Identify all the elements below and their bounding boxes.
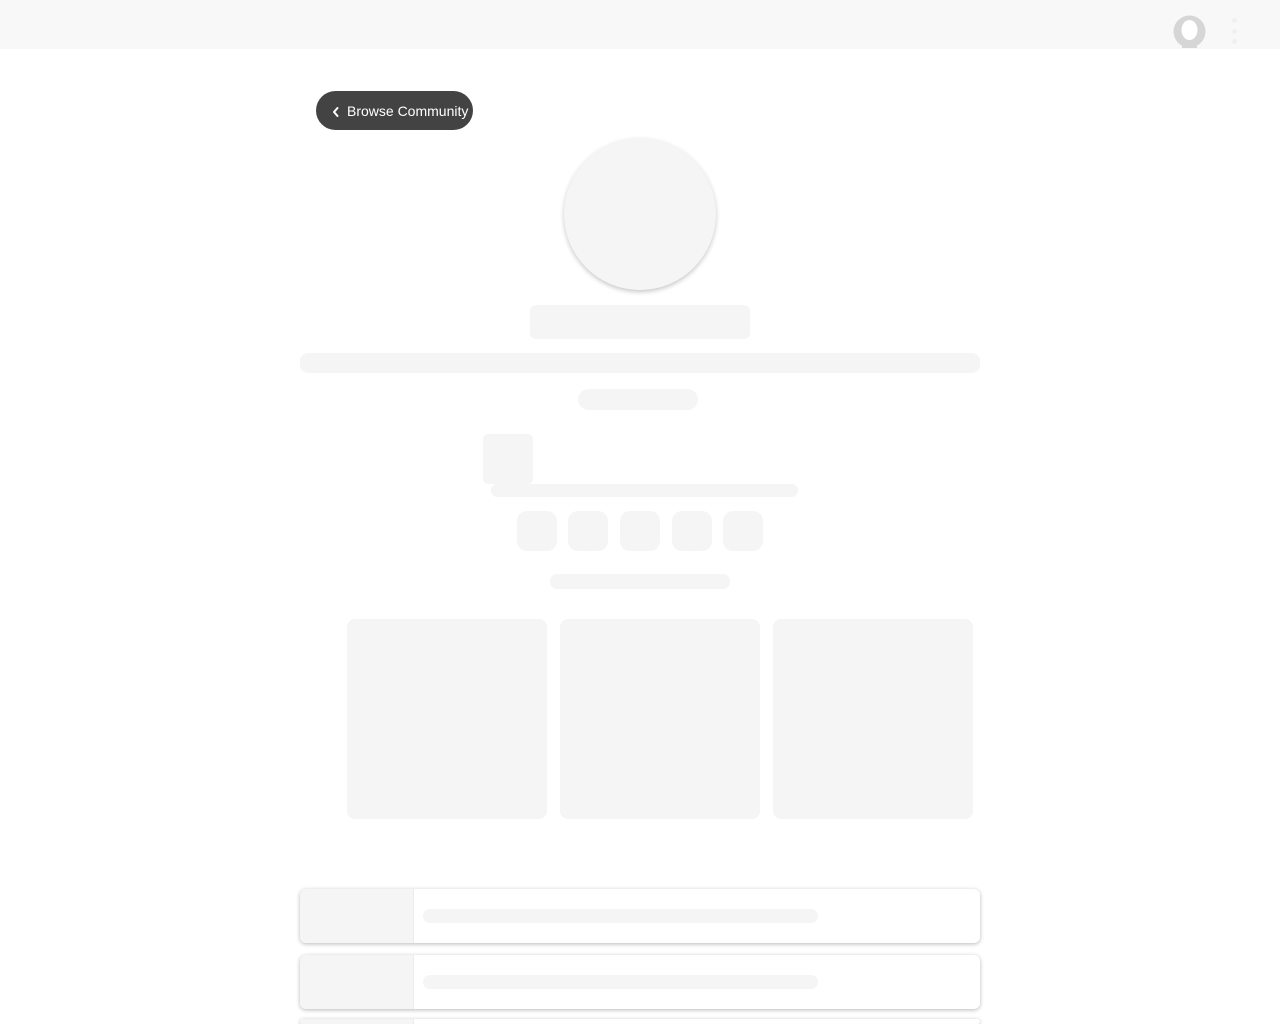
browse-community-button[interactable]: Browse Community: [316, 91, 473, 130]
stats-line-placeholder: [491, 484, 798, 497]
profile-avatar-placeholder: [564, 138, 716, 290]
top-bar: [0, 0, 1280, 49]
social-icon-placeholder[interactable]: [672, 511, 712, 551]
social-icon-placeholder[interactable]: [620, 511, 660, 551]
list-item-text-placeholder: [423, 975, 818, 989]
user-avatar-icon[interactable]: [1173, 15, 1206, 48]
kebab-menu-icon[interactable]: [1228, 18, 1240, 44]
list-item[interactable]: [300, 889, 980, 943]
list-item-thumbnail-placeholder: [300, 1019, 414, 1024]
profile-name-placeholder: [530, 305, 750, 339]
list-item[interactable]: [300, 955, 980, 1009]
profile-bio-placeholder: [300, 353, 980, 373]
list-item-thumbnail-placeholder: [300, 889, 414, 943]
content-card-placeholder[interactable]: [773, 619, 973, 819]
browse-community-label: Browse Community: [347, 102, 469, 119]
badge-placeholder: [483, 434, 533, 484]
content-card-placeholder[interactable]: [347, 619, 547, 819]
chevron-left-icon: [331, 105, 341, 117]
list-item-thumbnail-placeholder: [300, 955, 414, 1009]
social-icon-placeholder[interactable]: [568, 511, 608, 551]
list-item-text-placeholder: [423, 909, 818, 923]
section-heading-placeholder: [550, 574, 730, 589]
content-card-placeholder[interactable]: [560, 619, 760, 819]
profile-tag-placeholder: [578, 389, 698, 410]
social-icon-placeholder[interactable]: [723, 511, 763, 551]
list-item[interactable]: [300, 1019, 980, 1024]
social-icon-placeholder[interactable]: [517, 511, 557, 551]
